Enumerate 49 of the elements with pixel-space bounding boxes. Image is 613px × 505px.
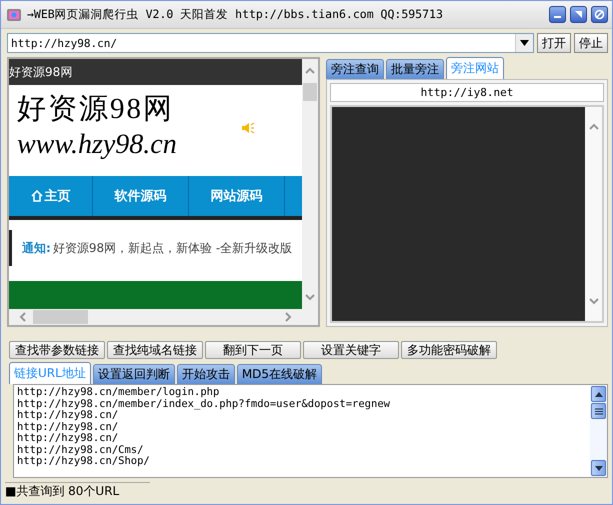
notice-text: 好资源98网，新起点，新体验 -全新升级改版 <box>52 240 292 256</box>
action-button[interactable]: 翻到下一页 <box>205 341 301 359</box>
vertical-scrollbar[interactable] <box>590 385 607 477</box>
action-button[interactable]: 查找带参数链接 <box>9 341 105 359</box>
open-button[interactable]: 打开 <box>537 33 571 53</box>
maximize-icon[interactable] <box>574 10 583 19</box>
url-line: http://hzy98.cn/ <box>17 433 120 444</box>
close-icon[interactable] <box>594 9 605 20</box>
maximize-button[interactable] <box>570 6 587 23</box>
url-line: http://hzy98.cn/Cms/ <box>17 444 144 456</box>
nav-link[interactable]: 软件源码 <box>93 176 189 216</box>
action-button[interactable]: 多功能密码破解 <box>401 341 497 359</box>
url-line: http://hzy98.cn/member/login.php <box>17 387 220 398</box>
vertical-scrollbar[interactable] <box>585 107 602 321</box>
site-header: 好资源98网 <box>9 59 302 85</box>
scroll-down-icon <box>591 460 606 476</box>
action-button[interactable]: 查找纯域名链接 <box>107 341 203 359</box>
speaker-icon[interactable] <box>241 121 255 135</box>
site-url: http://iy8.net <box>330 83 604 102</box>
tab[interactable]: 批量旁注 <box>386 59 444 79</box>
site-logo-title: 好资源98网 <box>17 92 174 127</box>
nav-link[interactable]: 主页 <box>9 176 93 216</box>
caret-icon[interactable] <box>520 40 529 46</box>
tab[interactable]: 开始攻击 <box>176 364 235 384</box>
status-text: ■共查询到 80个URL <box>5 482 150 500</box>
url-line: http://hzy98.cn/member/index_do.php?fmdo=user&dopost=regnew <box>17 398 391 410</box>
url-line: http://hzy98.cn/Shop/ <box>17 456 151 468</box>
url-input[interactable]: http://hzy98.cn/ <box>8 36 515 50</box>
tab[interactable]: 旁注查询 <box>326 59 384 79</box>
tab[interactable]: MD5在线破解 <box>236 364 322 384</box>
scroll-up-icon <box>591 386 606 402</box>
site-logo-url: www.hzy98.cn <box>17 129 177 161</box>
url-line: http://hzy98.cn/ <box>17 410 118 422</box>
url-line: http://hzy98.cn/ <box>17 422 120 432</box>
window-title: →WEB网页漏洞爬行虫 V2.0 天阳首发 http://bbs.tian6.com QQ:595713 <box>27 7 444 22</box>
nav-link[interactable]: 网站源码 <box>189 176 285 216</box>
scroll-thumb[interactable] <box>303 83 317 101</box>
url-list[interactable]: http://hzy98.cn/member/login.php http://hzy98.cn/member/index_do.php?fmdo=user&dopost=regnew http://hzy98.cn/ http://hzy98.cn/ http://hzy98.cn/ http://hzy98.cn/Cms/ http://hzy98.cn/Shop/ <box>13 384 608 478</box>
home-icon <box>30 190 42 202</box>
stop-button[interactable]: 停止 <box>574 33 608 53</box>
scroll-thumb[interactable] <box>33 310 88 324</box>
notice-label: 通知: <box>22 240 51 256</box>
url-combo-box[interactable]: http://hzy98.cn/ <box>7 33 534 53</box>
minimize-button[interactable] <box>549 6 566 23</box>
action-button[interactable]: 设置关键字 <box>303 341 399 359</box>
scroll-thumb <box>591 403 606 419</box>
close-button[interactable] <box>591 6 608 23</box>
dropdown-button[interactable] <box>515 34 533 52</box>
tab[interactable]: 设置返回判断 <box>92 364 175 384</box>
